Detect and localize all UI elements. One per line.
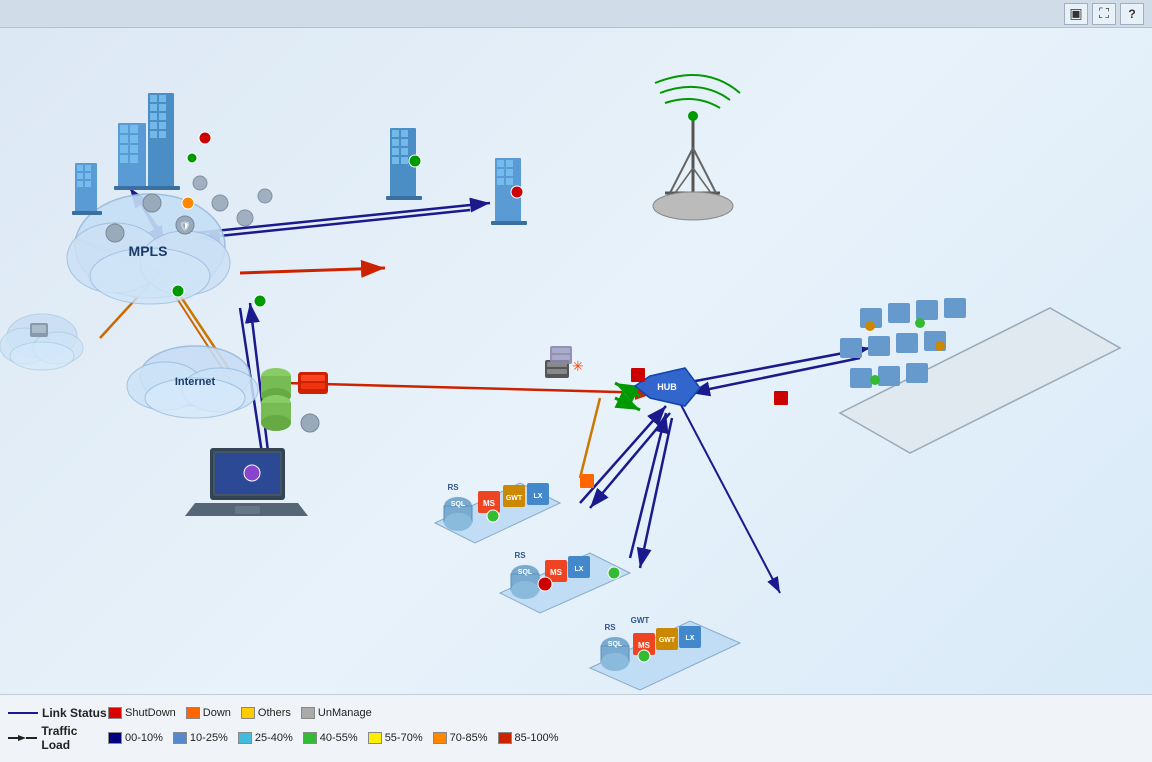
traffic-10-25-color: [173, 732, 187, 744]
svg-text:HUB: HUB: [657, 382, 677, 392]
traffic-10-25-label: 10-25%: [190, 732, 228, 744]
svg-text:LX: LX: [686, 635, 695, 642]
svg-text:MS: MS: [483, 499, 496, 508]
traffic-0-10-label: 00-10%: [125, 732, 163, 744]
legend-item-shutdown: ShutDown: [108, 707, 176, 719]
legend-item-25-40: 25-40%: [238, 732, 293, 744]
down-color: [186, 707, 200, 719]
svg-text:LX: LX: [575, 566, 584, 573]
svg-text:MS: MS: [638, 641, 651, 650]
traffic-load-items: 00-10% 10-25% 25-40% 40-55% 55-70% 70-85…: [108, 732, 559, 744]
svg-text:RS: RS: [604, 623, 616, 632]
traffic-55-70-color: [368, 732, 382, 744]
legend-item-down: Down: [186, 707, 231, 719]
svg-text:GWT: GWT: [506, 495, 523, 502]
svg-text:LX: LX: [534, 493, 543, 500]
svg-text:GWT: GWT: [631, 616, 650, 625]
legend-item-10-25: 10-25%: [173, 732, 228, 744]
traffic-25-40-color: [238, 732, 252, 744]
link-status-text: Link Status: [42, 706, 107, 720]
unmanage-color: [301, 707, 315, 719]
traffic-load-row: Traffic Load 00-10% 10-25% 25-40% 40-55%…: [8, 724, 1144, 752]
shutdown-label: ShutDown: [125, 707, 176, 719]
traffic-0-10-color: [108, 732, 122, 744]
help-button[interactable]: ?: [1120, 3, 1144, 25]
traffic-55-70-label: 55-70%: [385, 732, 423, 744]
others-color: [241, 707, 255, 719]
network-svg: MPLS Internet: [0, 28, 1152, 718]
svg-text:Internet: Internet: [175, 376, 216, 388]
link-status-label: Link Status: [8, 706, 108, 720]
svg-text:SQL: SQL: [451, 501, 466, 508]
legend-bar: Link Status ShutDown Down Others UnManag…: [0, 694, 1152, 762]
svg-text:✳: ✳: [572, 358, 584, 374]
svg-text:MS: MS: [550, 568, 563, 577]
traffic-70-85-color: [433, 732, 447, 744]
traffic-load-text: Traffic Load: [41, 724, 108, 752]
legend-item-40-55: 40-55%: [303, 732, 358, 744]
svg-text:RS: RS: [514, 551, 526, 560]
network-canvas: MPLS Internet: [0, 28, 1152, 718]
svg-text:SQL: SQL: [518, 569, 533, 576]
link-status-items: ShutDown Down Others UnManage: [108, 707, 372, 719]
traffic-40-55-label: 40-55%: [320, 732, 358, 744]
traffic-70-85-label: 70-85%: [450, 732, 488, 744]
fullscreen-button[interactable]: ⛶: [1092, 3, 1116, 25]
others-label: Others: [258, 707, 291, 719]
legend-item-unmanage: UnManage: [301, 707, 372, 719]
traffic-85-100-label: 85-100%: [515, 732, 559, 744]
svg-text:GWT: GWT: [659, 637, 676, 644]
traffic-40-55-color: [303, 732, 317, 744]
svg-text:🛡: 🛡: [179, 221, 190, 231]
svg-text:RS: RS: [447, 483, 459, 492]
legend-item-55-70: 55-70%: [368, 732, 423, 744]
svg-text:SQL: SQL: [608, 641, 623, 648]
svg-text:MPLS: MPLS: [129, 243, 168, 259]
link-status-row: Link Status ShutDown Down Others UnManag…: [8, 706, 1144, 720]
legend-item-70-85: 70-85%: [433, 732, 488, 744]
legend-item-85-100: 85-100%: [498, 732, 559, 744]
traffic-85-100-color: [498, 732, 512, 744]
toolbar: ▣ ⛶ ?: [0, 0, 1152, 28]
unmanage-label: UnManage: [318, 707, 372, 719]
shutdown-color: [108, 707, 122, 719]
traffic-25-40-label: 25-40%: [255, 732, 293, 744]
select-button[interactable]: ▣: [1064, 3, 1088, 25]
down-label: Down: [203, 707, 231, 719]
traffic-load-label: Traffic Load: [8, 724, 108, 752]
legend-item-others: Others: [241, 707, 291, 719]
legend-item-0-10: 00-10%: [108, 732, 163, 744]
